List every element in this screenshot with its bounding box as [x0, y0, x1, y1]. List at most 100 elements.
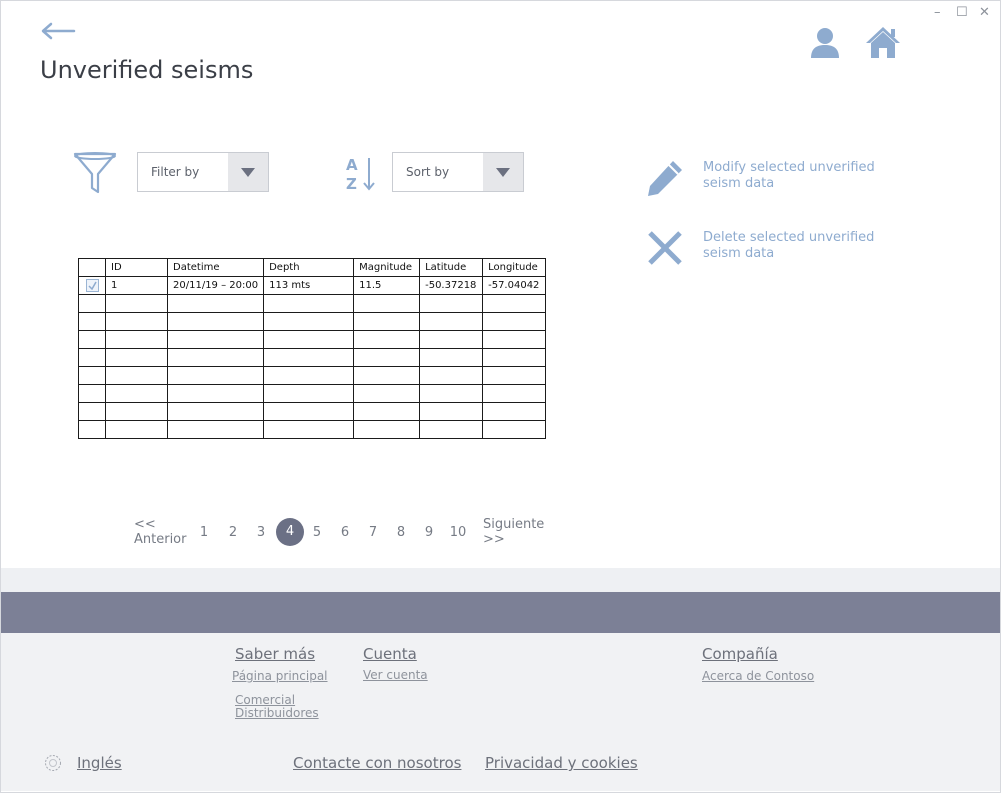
table-row-empty[interactable]: [78, 384, 547, 403]
footer-compania-title[interactable]: Compañía: [702, 645, 778, 663]
page-9[interactable]: 9: [419, 525, 439, 540]
row-select-cell[interactable]: [78, 276, 106, 295]
empty-cell: [353, 348, 421, 367]
footer-saber-mas-title[interactable]: Saber más: [235, 645, 315, 663]
page-4-current[interactable]: 4: [276, 518, 304, 546]
page-6[interactable]: 6: [335, 525, 355, 540]
filter-dropdown-label: Filter by: [151, 165, 200, 179]
table-header-row: ID Datetime Depth Magnitude Latitude Lon…: [78, 258, 547, 277]
sort-dropdown-label: Sort by: [406, 165, 450, 179]
footer-link-acerca-de-contoso[interactable]: Acerca de Contoso: [702, 670, 814, 683]
empty-cell: [105, 366, 168, 385]
close-x-icon: [648, 231, 682, 265]
page-3[interactable]: 3: [251, 525, 271, 540]
empty-cell: [482, 402, 547, 421]
page-5[interactable]: 5: [307, 525, 327, 540]
empty-cell: [105, 384, 168, 403]
table-row[interactable]: 1 20/11/19 – 20:00 113 mts 11.5 -50.3721…: [78, 276, 547, 295]
filter-dropdown[interactable]: Filter by: [137, 152, 269, 192]
empty-cell: [166, 384, 265, 403]
empty-cell: [482, 366, 547, 385]
footer-link-ver-cuenta[interactable]: Ver cuenta: [363, 669, 428, 682]
pencil-icon: [648, 161, 682, 196]
delete-action-label[interactable]: Delete selected unverified seism data: [703, 230, 903, 262]
cell-datetime: 20/11/19 – 20:00: [166, 276, 265, 295]
empty-cell: [263, 402, 355, 421]
empty-cell: [482, 294, 547, 313]
pagination-prev[interactable]: << Anterior: [134, 517, 186, 547]
modify-action-label[interactable]: Modify selected unverified seism data: [703, 160, 903, 192]
seisms-table: ID Datetime Depth Magnitude Latitude Lon…: [78, 258, 547, 439]
empty-cell: [263, 312, 355, 331]
empty-cell: [353, 384, 421, 403]
svg-text:A: A: [346, 156, 358, 174]
header-select: [78, 258, 106, 277]
empty-cell: [353, 366, 421, 385]
table-row-empty[interactable]: [78, 294, 547, 313]
footer-link-pagina-principal[interactable]: Página principal: [232, 670, 328, 683]
empty-cell: [78, 348, 106, 367]
footer-link-contact[interactable]: Contacte con nosotros: [293, 754, 461, 772]
empty-cell: [419, 420, 484, 439]
empty-cell: [482, 384, 547, 403]
cell-depth: 113 mts: [263, 276, 355, 295]
empty-cell: [419, 312, 484, 331]
empty-cell: [166, 366, 265, 385]
footer-link-privacy[interactable]: Privacidad y cookies: [485, 754, 638, 772]
empty-cell: [353, 402, 421, 421]
table-row-empty[interactable]: [78, 312, 547, 331]
svg-text:Z: Z: [346, 175, 357, 192]
page-title: Unverified seisms: [40, 56, 254, 84]
table-row-empty[interactable]: [78, 420, 547, 439]
empty-cell: [482, 312, 547, 331]
header-datetime: Datetime: [166, 258, 265, 277]
minimize-button[interactable]: –: [934, 6, 941, 20]
maximize-button[interactable]: ☐: [956, 6, 968, 20]
pagination: << Anterior 1 2 3 4 5 6 7 8 9 10 Siguien…: [0, 515, 1001, 555]
empty-cell: [419, 366, 484, 385]
empty-cell: [419, 294, 484, 313]
empty-cell: [105, 330, 168, 349]
cell-longitude: -57.04042: [482, 276, 547, 295]
language-selector[interactable]: Inglés: [77, 754, 122, 772]
empty-cell: [419, 330, 484, 349]
empty-cell: [78, 402, 106, 421]
empty-cell: [263, 348, 355, 367]
table-row-empty[interactable]: [78, 402, 547, 421]
empty-cell: [482, 348, 547, 367]
empty-cell: [166, 312, 265, 331]
close-button[interactable]: ✕: [979, 6, 990, 20]
empty-cell: [419, 348, 484, 367]
globe-icon: [45, 755, 61, 771]
back-arrow-icon[interactable]: [40, 20, 76, 42]
page-1[interactable]: 1: [194, 525, 214, 540]
sort-dropdown-button[interactable]: [483, 153, 523, 191]
home-icon[interactable]: [864, 24, 902, 60]
footer-link-comercial-distribuidores[interactable]: Comercial Distribuidores: [235, 694, 325, 720]
empty-cell: [353, 294, 421, 313]
row-checkbox[interactable]: [85, 278, 99, 292]
page-10[interactable]: 10: [448, 525, 468, 540]
user-icon[interactable]: [808, 26, 842, 60]
pagination-next[interactable]: Siguiente >>: [483, 517, 544, 547]
page-2[interactable]: 2: [223, 525, 243, 540]
header-magnitude: Magnitude: [353, 258, 421, 277]
footer-band: [1, 592, 1000, 633]
empty-cell: [105, 312, 168, 331]
table-row-empty[interactable]: [78, 348, 547, 367]
empty-cell: [353, 312, 421, 331]
empty-cell: [166, 294, 265, 313]
sort-dropdown[interactable]: Sort by: [392, 152, 524, 192]
empty-cell: [78, 330, 106, 349]
page-8[interactable]: 8: [391, 525, 411, 540]
table-row-empty[interactable]: [78, 366, 547, 385]
header-longitude: Longitude: [482, 258, 547, 277]
cell-magnitude: 11.5: [353, 276, 421, 295]
page-7[interactable]: 7: [363, 525, 383, 540]
filter-dropdown-button[interactable]: [228, 153, 268, 191]
cell-latitude: -50.37218: [419, 276, 484, 295]
empty-cell: [105, 420, 168, 439]
empty-cell: [482, 330, 547, 349]
table-row-empty[interactable]: [78, 330, 547, 349]
footer-cuenta-title[interactable]: Cuenta: [363, 645, 417, 663]
